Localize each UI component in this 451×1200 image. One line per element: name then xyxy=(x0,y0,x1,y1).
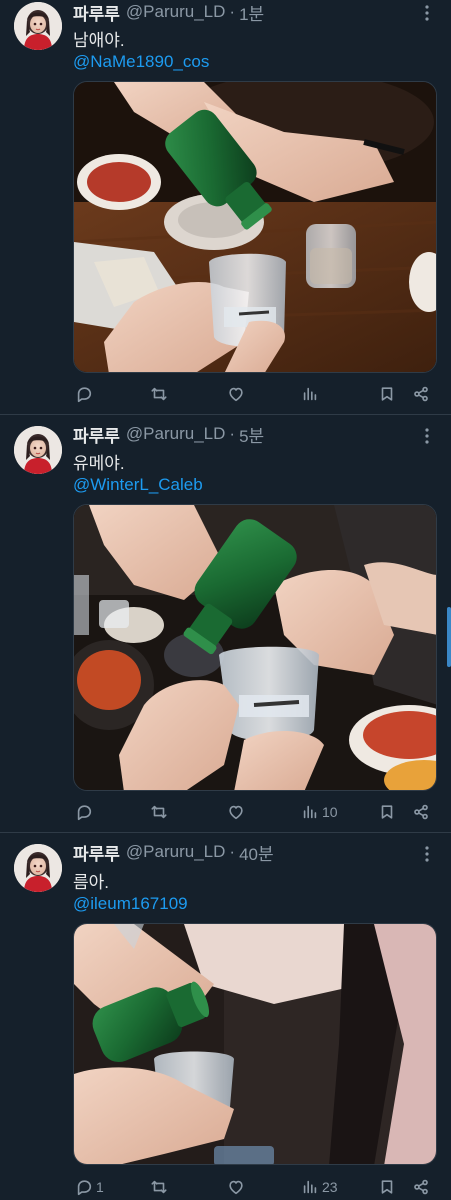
retweet-icon xyxy=(151,1180,167,1194)
more-icon[interactable] xyxy=(417,3,437,23)
user-handle[interactable]: @Paruru_LD xyxy=(126,842,225,862)
divider xyxy=(0,832,451,833)
avatar[interactable] xyxy=(14,2,62,50)
mention-link[interactable]: @NaMe1890_cos xyxy=(73,52,209,72)
timestamp[interactable]: 5분 xyxy=(239,422,264,447)
reply-icon xyxy=(77,1180,92,1196)
reply-button[interactable] xyxy=(75,801,96,823)
tweet-photo[interactable] xyxy=(73,923,437,1165)
reply-button[interactable] xyxy=(75,383,96,405)
display-name[interactable]: 파루루 xyxy=(73,840,120,865)
heart-icon xyxy=(229,387,243,402)
bookmark-button[interactable] xyxy=(378,801,396,823)
views-button[interactable] xyxy=(301,383,322,405)
reply-count: 1 xyxy=(96,1179,104,1195)
avatar[interactable] xyxy=(14,844,62,892)
like-button[interactable] xyxy=(227,1176,248,1198)
views-button[interactable]: 10 xyxy=(301,801,338,823)
reply-button[interactable]: 1 xyxy=(75,1176,104,1198)
divider xyxy=(0,414,451,415)
like-button[interactable] xyxy=(227,383,248,405)
views-count: 10 xyxy=(322,804,338,820)
tweet-1[interactable]: 파루루 @Paruru_LD · 1분 남애야. @NaMe1890_cos xyxy=(0,0,451,415)
user-handle[interactable]: @Paruru_LD xyxy=(126,424,225,444)
tweet-header: 파루루 @Paruru_LD · 1분 xyxy=(73,0,264,25)
bookmark-button[interactable] xyxy=(378,383,396,405)
bookmark-icon xyxy=(381,805,393,819)
share-icon xyxy=(414,1179,428,1195)
tweet-3[interactable]: 파루루 @Paruru_LD · 40분 름아. @ileum167109 1 … xyxy=(0,840,451,1200)
views-icon xyxy=(303,387,317,401)
more-icon[interactable] xyxy=(417,844,437,864)
timestamp[interactable]: 1분 xyxy=(239,0,264,25)
bookmark-button[interactable] xyxy=(378,1176,396,1198)
separator-dot: · xyxy=(229,424,236,443)
retweet-button[interactable] xyxy=(150,801,171,823)
tweet-text: 름아. xyxy=(73,873,110,892)
tweet-2[interactable]: 파루루 @Paruru_LD · 5분 유메야. @WinterL_Caleb xyxy=(0,422,451,832)
user-handle[interactable]: @Paruru_LD xyxy=(126,2,225,22)
retweet-button[interactable] xyxy=(150,383,171,405)
reply-icon xyxy=(77,387,92,403)
timestamp[interactable]: 40분 xyxy=(239,840,274,865)
separator-dot: · xyxy=(229,2,236,21)
views-button[interactable]: 23 xyxy=(301,1176,338,1198)
views-count: 23 xyxy=(322,1179,338,1195)
mention-link[interactable]: @ileum167109 xyxy=(73,894,188,914)
retweet-button[interactable] xyxy=(150,1176,171,1198)
avatar[interactable] xyxy=(14,426,62,474)
tweet-text: 유메야. xyxy=(73,454,125,473)
display-name[interactable]: 파루루 xyxy=(73,422,120,447)
share-icon xyxy=(414,386,428,402)
heart-icon xyxy=(229,805,243,820)
heart-icon xyxy=(229,1180,243,1195)
tweet-header: 파루루 @Paruru_LD · 5분 xyxy=(73,422,264,447)
share-button[interactable] xyxy=(412,383,430,405)
retweet-icon xyxy=(151,805,167,819)
share-button[interactable] xyxy=(412,1176,430,1198)
tweet-photo[interactable] xyxy=(73,81,437,373)
tweet-actions xyxy=(73,383,437,405)
tweet-actions: 1 23 xyxy=(73,1176,437,1198)
bookmark-icon xyxy=(381,387,393,401)
mention-link[interactable]: @WinterL_Caleb xyxy=(73,475,203,495)
share-button[interactable] xyxy=(412,801,430,823)
share-icon xyxy=(414,804,428,820)
more-icon[interactable] xyxy=(417,426,437,446)
tweet-photo[interactable] xyxy=(73,504,437,791)
tweet-text: 남애야. xyxy=(73,31,125,50)
display-name[interactable]: 파루루 xyxy=(73,0,120,25)
tweet-actions: 10 xyxy=(73,801,437,823)
reply-icon xyxy=(77,805,92,821)
separator-dot: · xyxy=(229,842,236,861)
retweet-icon xyxy=(151,387,167,401)
views-icon xyxy=(303,805,317,819)
like-button[interactable] xyxy=(227,801,248,823)
scrollbar-thumb[interactable] xyxy=(447,607,451,667)
tweet-header: 파루루 @Paruru_LD · 40분 xyxy=(73,840,274,865)
bookmark-icon xyxy=(381,1180,393,1194)
views-icon xyxy=(303,1180,317,1194)
